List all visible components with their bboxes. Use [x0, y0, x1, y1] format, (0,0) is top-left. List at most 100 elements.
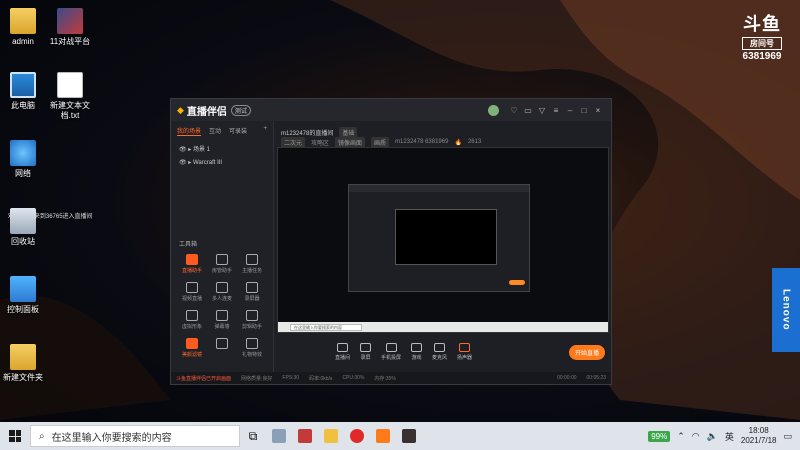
nested-start-button	[509, 280, 525, 285]
control-game[interactable]: 游戏	[411, 343, 423, 361]
battery-indicator[interactable]: 99%	[648, 430, 671, 442]
desktop-icon-11-platform[interactable]: 11对战平台	[42, 8, 98, 47]
wifi-icon[interactable]: ◠	[692, 431, 700, 442]
scene-item-1[interactable]: 👁 ▸ 场景 1	[171, 141, 273, 156]
ime-indicator[interactable]: 英	[725, 430, 734, 443]
desktop-icon-control-panel[interactable]: 控制面板	[0, 276, 51, 315]
nested-preview	[395, 209, 497, 265]
room-label: 房间号	[742, 37, 782, 50]
tool-avatar[interactable]: 虚拟形象	[177, 310, 207, 330]
app-logo-icon: ◆	[177, 104, 184, 115]
heart-icon[interactable]: ♡	[507, 106, 521, 115]
desktop-icon-recycle-bin[interactable]: 回收站	[0, 208, 51, 247]
scene-tabs: 我的场景 互动 可录装 +	[171, 121, 273, 141]
start-button[interactable]	[0, 430, 30, 442]
preview-taskbar: 在这里输入你要搜索的内容	[278, 322, 608, 332]
user-folder-icon	[10, 8, 36, 34]
taskbar-app-warcraft[interactable]	[396, 422, 422, 450]
task-view-button[interactable]: ⧉	[240, 422, 266, 450]
control-record[interactable]: 录屏	[360, 343, 372, 361]
text-file-icon	[57, 72, 83, 98]
taskbar-app-folder[interactable]	[318, 422, 344, 450]
tab-record[interactable]: 可录装	[229, 126, 247, 136]
taskbar-app-douyu[interactable]	[370, 422, 396, 450]
room-category[interactable]: 二次元	[281, 136, 306, 148]
menu-icon[interactable]: ≡	[549, 106, 563, 115]
add-scene-icon[interactable]: +	[263, 126, 267, 136]
start-live-button[interactable]: 开始直播	[568, 345, 605, 360]
toolbox-title: 工具箱	[179, 242, 198, 248]
tool-blank[interactable]	[207, 338, 237, 358]
record-icon	[360, 343, 372, 352]
flame-icon: 🔥	[454, 139, 462, 146]
tool-room-manager[interactable]: 房管助手	[207, 254, 237, 274]
control-microphone[interactable]: 麦克风	[432, 343, 447, 361]
microphone-icon	[434, 343, 446, 352]
chevron-up-icon[interactable]: ⌃	[677, 431, 685, 442]
room-subcategory[interactable]: 攻略区	[311, 138, 329, 147]
volume-icon[interactable]: 🔈	[707, 431, 718, 442]
tool-clip[interactable]: 剪辑助手	[237, 310, 267, 330]
video-icon	[186, 282, 198, 293]
desktop-icon-label: 控制面板	[7, 305, 39, 314]
desktop-icon-new-folder[interactable]: 新建文件夹	[0, 344, 51, 383]
maximize-button[interactable]: □	[577, 106, 591, 115]
taskbar-search[interactable]: ⌕ 在这里输入你要搜索的内容	[30, 425, 240, 447]
tool-label: 弹幕墙	[214, 324, 230, 330]
live-duration: 00:00:00	[557, 375, 577, 381]
network-icon	[10, 140, 36, 166]
tool-screen-recorder[interactable]: 录屏器	[237, 282, 267, 302]
phone-cast-icon	[385, 343, 397, 352]
live-companion-window: ◆ 直播伴侣 测试 ♡ ▭ ▽ ≡ – □ × 我的场景 互动 可录装 + 👁 …	[170, 98, 612, 385]
room-meta-bar: 二次元 攻略区 镜像画面 画质 m1232478 6381969 🔥 2613	[275, 136, 611, 148]
control-phone-cast[interactable]: 手机投屏	[381, 343, 401, 361]
clock-time: 18:08	[748, 426, 769, 435]
close-button[interactable]: ×	[591, 106, 605, 115]
scene-item-warcraft[interactable]: 👁 ▸ Warcraft III	[171, 156, 273, 169]
tool-streamer-task[interactable]: 主播任务	[237, 254, 267, 274]
tool-label: 礼物特效	[241, 352, 262, 358]
notification-icon[interactable]: ▭	[783, 431, 792, 442]
room-number: 6381969	[742, 51, 782, 62]
tool-beauty[interactable]: 美颜滤镜	[177, 338, 207, 358]
avatar[interactable]	[488, 104, 499, 116]
taskbar-app-netease[interactable]	[344, 422, 370, 450]
message-icon[interactable]: ▭	[521, 106, 535, 115]
shirt-icon[interactable]: ▽	[535, 106, 549, 115]
minimize-button[interactable]: –	[563, 106, 577, 115]
game-app-icon	[298, 429, 312, 443]
douyu-logo: 斗鱼	[743, 14, 781, 34]
tool-multi-mic[interactable]: 多人连麦	[207, 282, 237, 302]
room-id: m1232478 6381969	[395, 139, 449, 145]
desktop-icon-new-text[interactable]: 新建文本文档.txt	[42, 72, 98, 121]
nested-app-window	[348, 184, 530, 292]
netease-music-icon	[350, 429, 364, 443]
tool-label: 多人连麦	[211, 296, 232, 302]
tab-interact[interactable]: 互动	[209, 126, 221, 136]
room-title[interactable]: m1232478的直播间	[281, 128, 333, 137]
douyu-watermark: 斗鱼 房间号 6381969	[742, 10, 782, 62]
control-speaker[interactable]: 扬声器	[457, 343, 472, 361]
tool-live-assistant[interactable]: 直播助手	[177, 254, 207, 274]
lenovo-side-tab[interactable]: Lenovo	[772, 268, 800, 352]
stream-preview[interactable]: 在这里输入你要搜索的内容	[277, 147, 609, 333]
tab-my-scenes[interactable]: 我的场景	[177, 126, 202, 136]
clock-date: 2021/7/18	[740, 436, 777, 445]
preview-search: 在这里输入你要搜索的内容	[290, 324, 362, 331]
status-fps: FPS:30	[282, 375, 300, 381]
left-panel: 我的场景 互动 可录装 + 👁 ▸ 场景 1 👁 ▸ Warcraft III …	[171, 121, 274, 372]
tool-video-live[interactable]: 视频直播	[177, 282, 207, 302]
taskbar-app-game[interactable]	[292, 422, 318, 450]
clock[interactable]: 18:08 2021/7/18	[741, 426, 777, 446]
mirror-toggle[interactable]: 镜像画面	[335, 136, 366, 148]
folder-icon	[10, 344, 36, 370]
control-label: 麦克风	[432, 355, 448, 361]
tool-danmaku-wall[interactable]: 弹幕墙	[207, 310, 237, 330]
windows-logo-icon	[9, 430, 21, 442]
desktop-icon-network[interactable]: 网络	[0, 140, 51, 179]
control-live-room[interactable]: 直播间	[335, 343, 350, 361]
quality-selector[interactable]: 画质	[371, 136, 390, 148]
tool-gift-effect[interactable]: 礼物特效	[237, 338, 267, 358]
taskbar-app-photos[interactable]	[266, 422, 292, 450]
computer-icon	[10, 72, 36, 98]
